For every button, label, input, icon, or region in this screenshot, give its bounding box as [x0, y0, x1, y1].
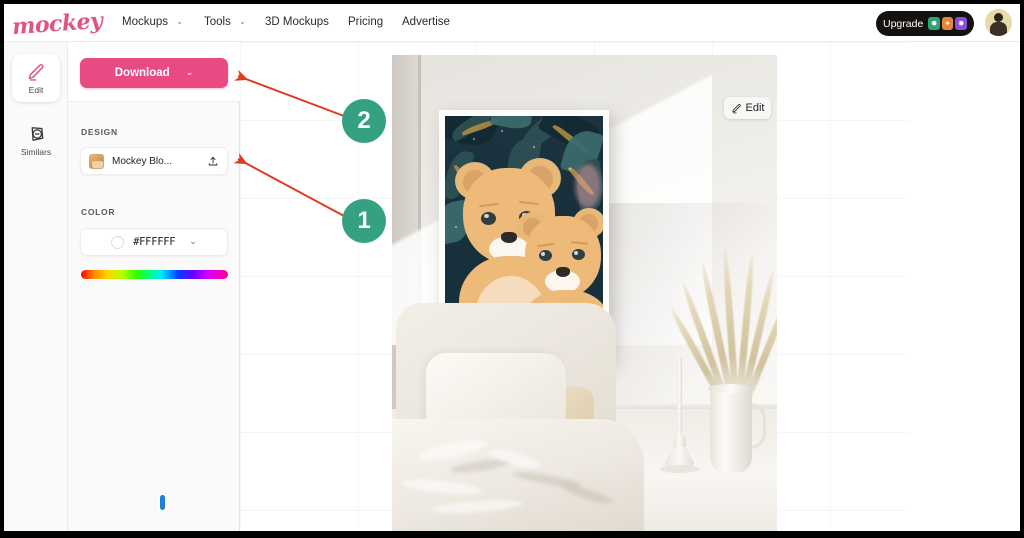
candle [677, 357, 682, 435]
color-swatch-circle-icon [111, 235, 125, 249]
green-chip-icon: ✸ [928, 17, 940, 30]
download-label: Download [114, 67, 170, 79]
canvas-edit-button[interactable]: Edit [724, 97, 771, 119]
vase [710, 387, 752, 473]
screenshot-frame: mockey Mockups ⌄ Tools ⌄ 3D Mockups Pric… [0, 0, 1024, 538]
canvas-edit-label: Edit [745, 102, 765, 114]
left-icon-rail: Edit Similars [4, 42, 68, 531]
avatar-body [990, 22, 1007, 36]
nav-item-mockups[interactable]: Mockups ⌄ [122, 16, 183, 28]
hue-slider-thumb[interactable] [160, 495, 165, 510]
chevron-down-icon: ⌄ [239, 17, 246, 26]
sidebar-item-similars[interactable]: Similars [12, 116, 60, 164]
orange-chip-icon: ✦ [941, 17, 954, 30]
section-label-design: DESIGN [81, 127, 118, 137]
color-hex-value: #FFFFFF [133, 236, 176, 248]
vase-lip [708, 384, 754, 393]
app-window: mockey Mockups ⌄ Tools ⌄ 3D Mockups Pric… [4, 4, 1020, 531]
purple-chip-icon: ✸ [955, 17, 968, 30]
mockey-logo[interactable]: mockey [11, 5, 103, 43]
section-label-color: COLOR [81, 207, 116, 217]
avatar-head [994, 13, 1003, 22]
nav-label-tools: Tools [204, 16, 231, 28]
download-button[interactable]: Download ⌄ [80, 58, 228, 88]
pencil-icon [28, 63, 44, 81]
upload-icon[interactable] [207, 155, 219, 167]
pencil-icon [731, 103, 741, 113]
color-picker-field[interactable]: #FFFFFF ⌄ [80, 228, 228, 256]
nav-item-tools[interactable]: Tools ⌄ [204, 16, 246, 28]
nav-label-mockups: Mockups [122, 16, 169, 28]
candle-holder-foot [660, 465, 699, 473]
nav-item-pricing[interactable]: Pricing [348, 16, 383, 28]
nav-item-advertise[interactable]: Advertise [402, 16, 450, 28]
nav-item-3d-mockups[interactable]: 3D Mockups [265, 16, 329, 28]
design-file-name: Mockey Blo... [112, 155, 173, 167]
chevron-down-icon: ⌄ [189, 235, 197, 246]
similars-icon [31, 126, 44, 141]
download-bar: Download ⌄ [68, 42, 240, 102]
sidebar-item-label-similars: Similars [20, 146, 52, 157]
mockup-preview-image[interactable]: Edit [392, 55, 777, 531]
sidebar-item-edit[interactable]: Edit [12, 54, 60, 102]
avatar[interactable] [985, 9, 1012, 36]
left-properties-panel: Download ⌄ DESIGN Mockey Blo... COLOR #F… [68, 42, 240, 531]
upgrade-label: Upgrade [883, 17, 924, 30]
top-navigation-bar: mockey Mockups ⌄ Tools ⌄ 3D Mockups Pric… [4, 4, 1020, 42]
duvet [392, 419, 644, 531]
artwork-accent [575, 164, 601, 208]
canvas-workspace: Edit [240, 42, 1020, 531]
design-thumbnail [89, 153, 104, 169]
hue-slider[interactable] [81, 270, 228, 510]
chevron-down-icon: ⌄ [185, 66, 194, 77]
upgrade-button[interactable]: Upgrade ✸ ✦ ✸ [876, 11, 974, 36]
chevron-down-icon: ⌄ [176, 17, 183, 26]
design-card[interactable]: Mockey Blo... [80, 147, 228, 175]
sidebar-item-label-edit: Edit [28, 84, 44, 95]
